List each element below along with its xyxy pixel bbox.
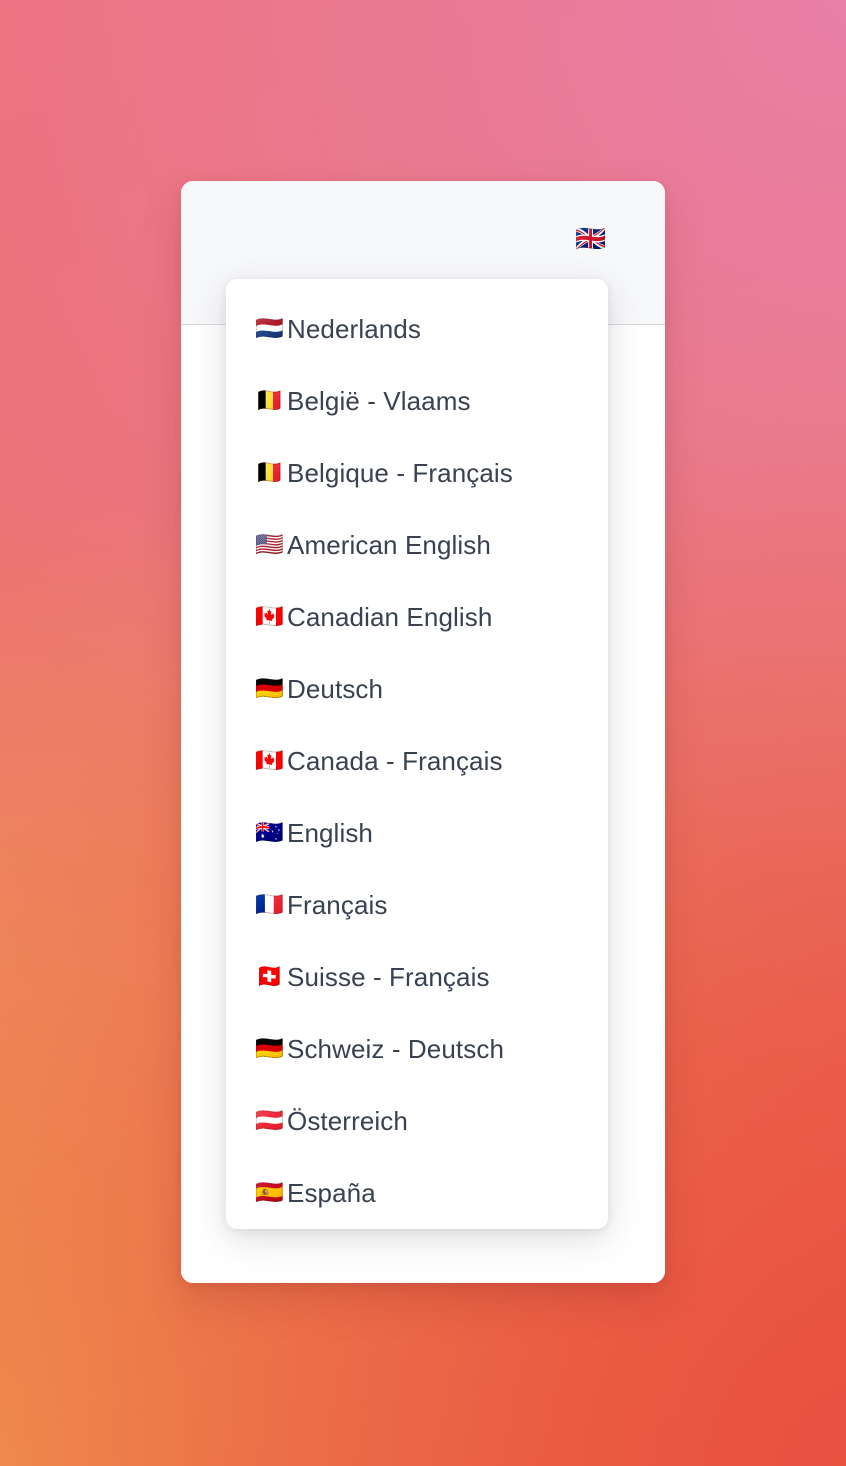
language-option-label: Canada - Français	[287, 745, 503, 776]
language-option[interactable]: 🇨🇦 Canadian English	[226, 581, 608, 653]
language-option[interactable]: 🇩🇪 Schweiz - Deutsch	[226, 1013, 608, 1085]
language-option-label: American English	[287, 529, 491, 560]
language-option-label: Français	[287, 889, 388, 920]
spain-flag-icon: 🇪🇸	[255, 1179, 284, 1206]
language-option[interactable]: 🇺🇸 American English	[226, 509, 608, 581]
language-switcher-button[interactable]: 🇬🇧	[574, 224, 608, 252]
belgium-flag-icon: 🇧🇪	[255, 387, 284, 414]
united-states-flag-icon: 🇺🇸	[255, 531, 284, 558]
france-flag-icon: 🇫🇷	[255, 891, 284, 918]
germany-flag-icon: 🇩🇪	[255, 1035, 284, 1062]
language-option-label: Nederlands	[287, 313, 421, 344]
canada-flag-icon: 🇨🇦	[255, 747, 284, 774]
language-option[interactable]: 🇩🇪 Deutsch	[226, 653, 608, 725]
language-option[interactable]: 🇧🇪 België - Vlaams	[226, 365, 608, 437]
language-option[interactable]: 🇦🇺 English	[226, 797, 608, 869]
australia-flag-icon: 🇦🇺	[255, 819, 284, 846]
language-option-label: Suisse - Français	[287, 961, 490, 992]
language-option[interactable]: 🇳🇱 Nederlands	[226, 293, 608, 365]
language-dropdown-menu[interactable]: 🇳🇱 Nederlands 🇧🇪 België - Vlaams 🇧🇪 Belgique …	[226, 279, 608, 1229]
language-option-label: Schweiz - Deutsch	[287, 1033, 504, 1064]
language-option[interactable]: 🇦🇹 Österreich	[226, 1085, 608, 1157]
page-background: 🇬🇧 🇳🇱 Nederlands 🇧🇪 België - Vlaams 🇧🇪 Belgiq…	[0, 0, 846, 1466]
language-option-label: België - Vlaams	[287, 385, 471, 416]
belgium-flag-icon: 🇧🇪	[255, 459, 284, 486]
language-option-label: España	[287, 1177, 376, 1208]
language-option[interactable]: 🇫🇷 Français	[226, 869, 608, 941]
language-option[interactable]: 🇨🇦 Canada - Français	[226, 725, 608, 797]
austria-flag-icon: 🇦🇹	[255, 1107, 284, 1134]
switzerland-flag-icon: 🇨🇭	[255, 963, 284, 990]
language-option[interactable]: 🇪🇸 España	[226, 1157, 608, 1229]
language-option-label: Canadian English	[287, 601, 493, 632]
language-option-label: English	[287, 817, 373, 848]
language-option-label: Belgique - Français	[287, 457, 513, 488]
germany-flag-icon: 🇩🇪	[255, 675, 284, 702]
united-kingdom-flag-icon: 🇬🇧	[575, 223, 607, 253]
language-option-label: Österreich	[287, 1105, 408, 1136]
canada-flag-icon: 🇨🇦	[255, 603, 284, 630]
netherlands-flag-icon: 🇳🇱	[255, 315, 284, 342]
language-option[interactable]: 🇨🇭 Suisse - Français	[226, 941, 608, 1013]
language-option-label: Deutsch	[287, 673, 384, 704]
language-option[interactable]: 🇧🇪 Belgique - Français	[226, 437, 608, 509]
